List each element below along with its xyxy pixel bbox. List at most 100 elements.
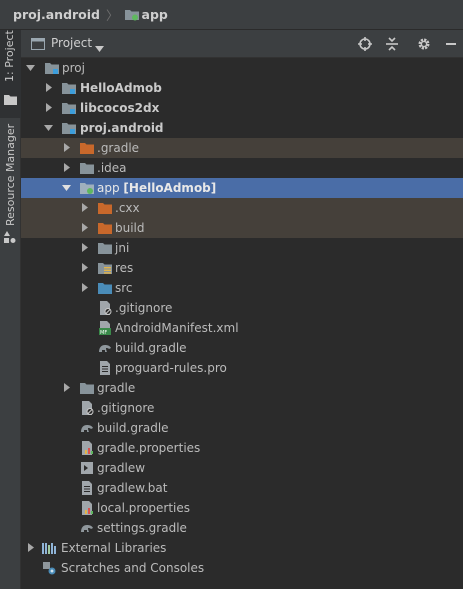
text-file-icon xyxy=(80,481,94,495)
collapsed-arrow-icon[interactable] xyxy=(24,538,36,558)
expand-arrow-icon[interactable] xyxy=(24,58,36,78)
ignore-file-icon xyxy=(98,301,112,315)
breadcrumb-app[interactable]: app xyxy=(142,7,168,22)
folder-icon xyxy=(4,90,17,105)
tree-label-app-gitignore: .gitignore xyxy=(115,301,173,315)
tree-row-gradle-dir[interactable]: .gradle xyxy=(21,138,463,158)
tree-row-jni[interactable]: jni xyxy=(21,238,463,258)
folder-icon xyxy=(98,241,112,255)
tree-row-gradle-properties[interactable]: gradle.properties xyxy=(21,438,463,458)
tree-row-helloadmob[interactable]: HelloAdmob xyxy=(21,78,463,98)
locate-icon[interactable] xyxy=(358,37,372,51)
collapsed-arrow-icon[interactable] xyxy=(78,218,90,238)
tree-row-settings-gradle[interactable]: settings.gradle xyxy=(21,518,463,538)
tree-label-helloadmob: HelloAdmob xyxy=(80,81,162,95)
tree-label-local-properties: local.properties xyxy=(97,501,191,515)
tree-row-app-build-gradle[interactable]: build.gradle xyxy=(21,338,463,358)
collapsed-arrow-icon[interactable] xyxy=(42,98,54,118)
module-folder-icon xyxy=(62,81,76,95)
tree-row-gradlew[interactable]: gradlew xyxy=(21,458,463,478)
tree-row-app-gitignore[interactable]: .gitignore xyxy=(21,298,463,318)
folder-icon xyxy=(80,381,94,395)
tree-label-app: app [HelloAdmob] xyxy=(97,178,216,198)
tree-label-res: res xyxy=(115,261,134,275)
tree-label-idea: .idea xyxy=(97,161,127,175)
tree-row-proj[interactable]: proj xyxy=(21,58,463,78)
tree-label-proguard: proguard-rules.pro xyxy=(115,361,227,375)
tree-row-gitignore[interactable]: .gitignore xyxy=(21,398,463,418)
android-module-folder-icon xyxy=(80,181,94,195)
folder-icon xyxy=(124,8,139,21)
collapsed-arrow-icon[interactable] xyxy=(78,278,90,298)
tree-row-build-gradle[interactable]: build.gradle xyxy=(21,418,463,438)
expand-arrow-icon[interactable] xyxy=(60,178,72,198)
tree-label-gradlew: gradlew xyxy=(97,461,146,475)
tree-row-gradle[interactable]: gradle xyxy=(21,378,463,398)
tree-row-libcocos2dx[interactable]: libcocos2dx xyxy=(21,98,463,118)
folder-icon xyxy=(80,161,94,175)
expand-arrow-icon[interactable] xyxy=(42,118,54,138)
collapsed-arrow-icon[interactable] xyxy=(60,378,72,398)
tree-label-app-build-gradle: build.gradle xyxy=(115,341,187,355)
tab-project-label: 1: Project xyxy=(3,30,16,82)
navigation-bar: proj.android 〉 app xyxy=(0,0,463,30)
panel-title[interactable]: Project xyxy=(51,36,92,50)
tree-row-gradlew-bat[interactable]: gradlew.bat xyxy=(21,478,463,498)
project-view-icon xyxy=(31,37,45,51)
tree-row-manifest[interactable]: MF AndroidManifest.xml xyxy=(21,318,463,338)
tree-row-external-libraries[interactable]: External Libraries xyxy=(21,538,463,558)
properties-file-icon xyxy=(80,501,94,515)
collapsed-arrow-icon[interactable] xyxy=(42,78,54,98)
library-icon xyxy=(42,541,56,555)
collapsed-arrow-icon[interactable] xyxy=(78,238,90,258)
tree-label-jni: jni xyxy=(115,241,130,255)
tab-resource-manager[interactable]: Resource Manager xyxy=(0,120,21,243)
collapsed-arrow-icon[interactable] xyxy=(60,138,72,158)
collapse-all-icon[interactable] xyxy=(385,37,399,51)
tree-row-src[interactable]: src xyxy=(21,278,463,298)
gradle-elephant-icon xyxy=(80,521,94,535)
excluded-folder-icon xyxy=(98,201,112,215)
tree-row-scratches[interactable]: Scratches and Consoles xyxy=(21,558,463,578)
tree-row-build[interactable]: build xyxy=(21,218,463,238)
tree-label-gradle-properties: gradle.properties xyxy=(97,441,201,455)
tree-label-build-gradle: build.gradle xyxy=(97,421,169,435)
tree-label-proj-android: proj.android xyxy=(80,121,164,135)
tree-label-src: src xyxy=(115,281,133,295)
project-folder-icon xyxy=(45,61,59,75)
breadcrumb-separator: 〉 xyxy=(106,8,119,23)
tree-label-settings-gradle: settings.gradle xyxy=(97,521,187,535)
left-tool-window-bar: 1: Project Resource Manager xyxy=(0,30,21,589)
collapsed-arrow-icon[interactable] xyxy=(60,158,72,178)
app-name: app xyxy=(97,181,120,195)
chevron-down-icon[interactable] xyxy=(95,41,104,52)
project-panel-header: Project xyxy=(21,30,463,58)
ignore-file-icon xyxy=(80,401,94,415)
gear-icon[interactable] xyxy=(417,37,431,51)
tree-row-local-properties[interactable]: local.properties xyxy=(21,498,463,518)
tree-row-idea[interactable]: .idea xyxy=(21,158,463,178)
tree-row-proguard[interactable]: proguard-rules.pro xyxy=(21,358,463,378)
tree-label-manifest: AndroidManifest.xml xyxy=(115,321,239,335)
tree-label-build: build xyxy=(115,221,145,235)
minimize-icon[interactable] xyxy=(444,37,458,51)
tree-label-gradlew-bat: gradlew.bat xyxy=(97,481,168,495)
tree-row-res[interactable]: res xyxy=(21,258,463,278)
breadcrumb-proj-android[interactable]: proj.android xyxy=(0,7,100,22)
collapsed-arrow-icon[interactable] xyxy=(78,258,90,278)
collapsed-arrow-icon[interactable] xyxy=(78,198,90,218)
tree-label-libcocos2dx: libcocos2dx xyxy=(80,101,160,115)
excluded-folder-icon xyxy=(80,141,94,155)
scratches-icon xyxy=(42,561,56,575)
resource-folder-icon xyxy=(98,261,112,275)
tab-project[interactable]: 1: Project xyxy=(0,30,21,118)
tree-row-app[interactable]: app [HelloAdmob] xyxy=(21,178,463,198)
tree-row-proj-android[interactable]: proj.android xyxy=(21,118,463,138)
svg-text:MF: MF xyxy=(100,330,107,335)
excluded-folder-icon xyxy=(98,221,112,235)
module-folder-icon xyxy=(62,121,76,135)
manifest-file-icon: MF xyxy=(98,321,112,336)
tree-row-cxx[interactable]: .cxx xyxy=(21,198,463,218)
module-folder-icon xyxy=(62,101,76,115)
tree-label-cxx: .cxx xyxy=(115,201,140,215)
